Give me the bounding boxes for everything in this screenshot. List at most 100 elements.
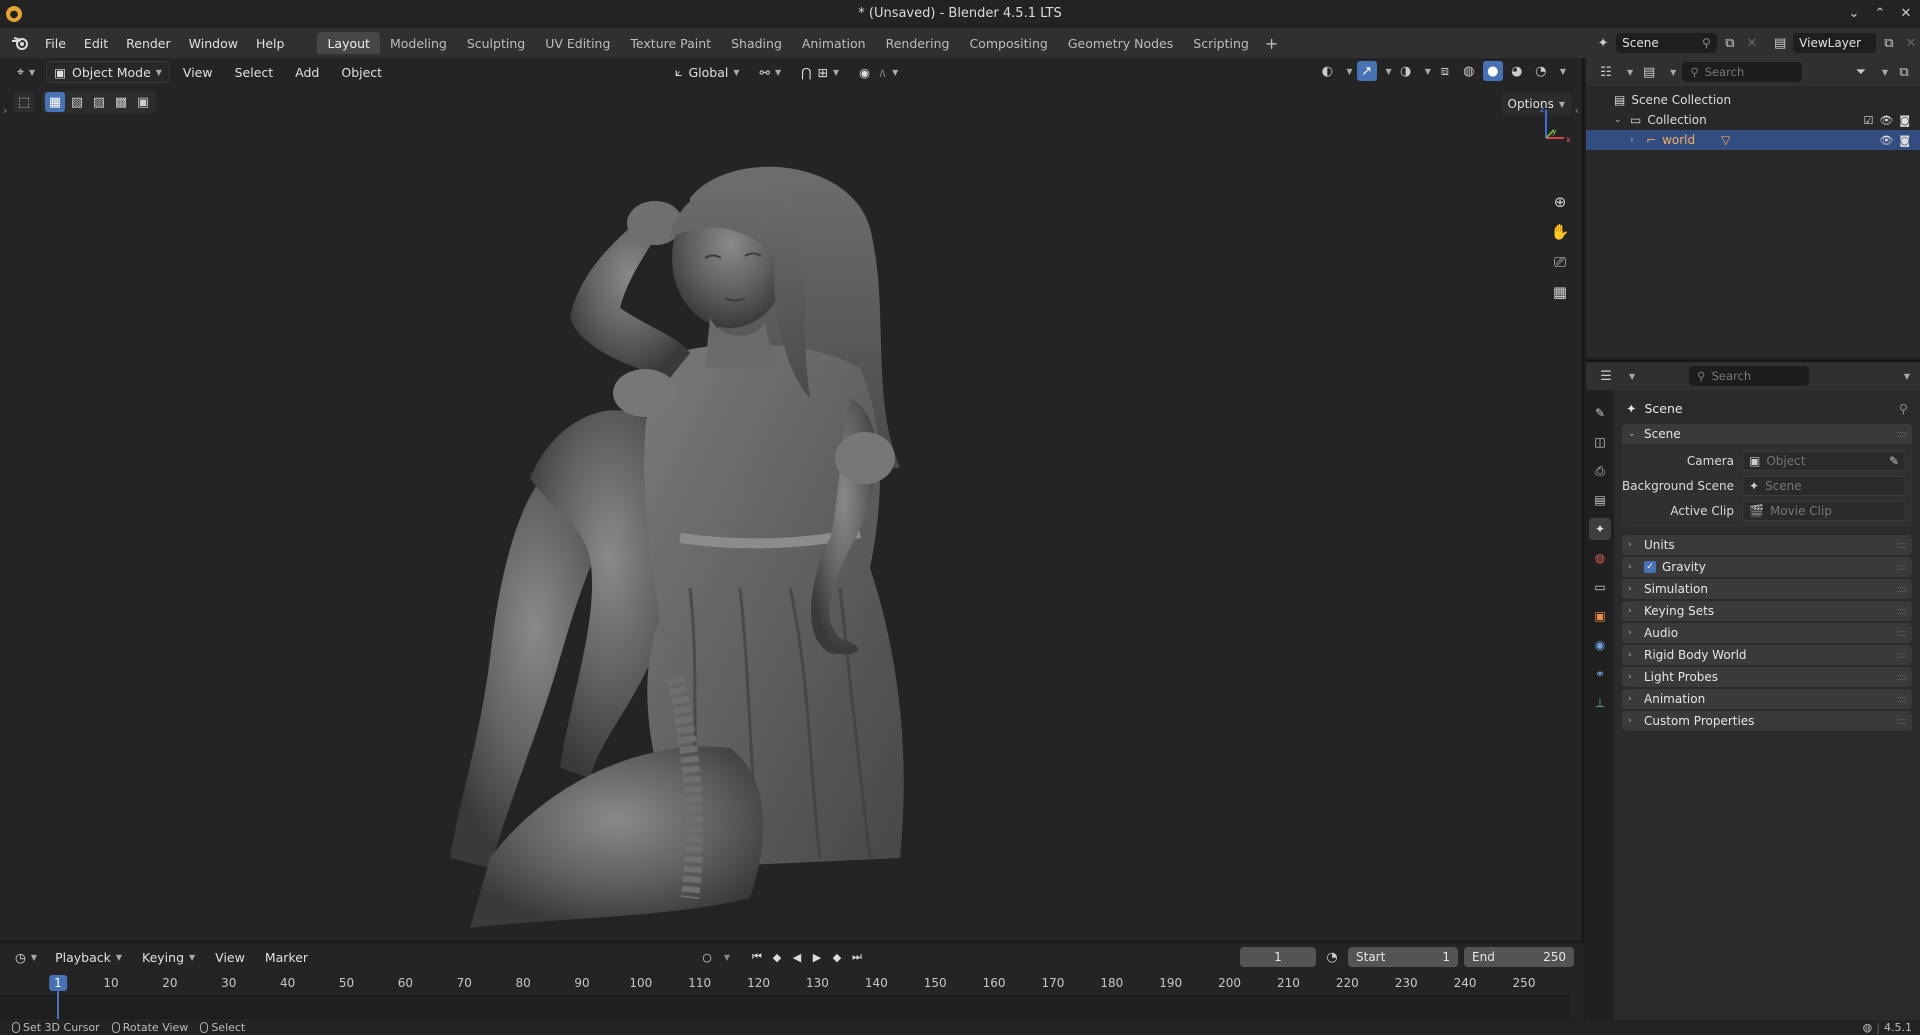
prev-keyframe-icon[interactable]: ◆: [768, 947, 786, 967]
exclude-checkbox-icon[interactable]: ☑: [1863, 114, 1873, 127]
tab-animation[interactable]: Animation: [792, 32, 876, 54]
outliner-row-world[interactable]: › ⌐ world ▽ 👁 ◙: [1586, 130, 1920, 150]
3d-viewport[interactable]: ⌖ ▼ ▣ Object Mode ▼ View Select Add Object…: [0, 58, 1584, 940]
tab-uv-editing[interactable]: UV Editing: [535, 32, 620, 54]
tab-texture-paint[interactable]: Texture Paint: [620, 32, 721, 54]
drag-grip-icon[interactable]: ::::: [1897, 716, 1908, 727]
viewport-menu-object[interactable]: Object: [332, 61, 391, 83]
drag-grip-icon[interactable]: ::::: [1897, 429, 1908, 440]
pan-hand-icon[interactable]: ✋: [1548, 221, 1572, 243]
pin-icon[interactable]: ⚲: [1899, 401, 1908, 416]
camera-view-icon[interactable]: ⎚: [1548, 251, 1572, 273]
new-view-layer-icon[interactable]: ⧉: [1880, 33, 1898, 53]
sculpt-model[interactable]: [430, 138, 1130, 940]
outliner-search-input[interactable]: ⚲ Search: [1682, 62, 1803, 82]
zoom-icon[interactable]: ⊕: [1548, 191, 1572, 213]
collapse-chevron-icon[interactable]: ⌄: [1614, 115, 1624, 125]
timeline-editor-type-button[interactable]: ◷ ▼: [8, 946, 44, 968]
collection-tab-icon[interactable]: ▭: [1589, 576, 1611, 598]
menu-help[interactable]: Help: [247, 32, 294, 54]
drag-grip-icon[interactable]: ::::: [1897, 584, 1908, 595]
background-scene-field[interactable]: ✦ Scene: [1742, 475, 1906, 496]
active-clip-field[interactable]: 🎬 Movie Clip: [1742, 500, 1906, 521]
tab-compositing[interactable]: Compositing: [959, 32, 1057, 54]
blender-menu-icon[interactable]: [10, 33, 30, 53]
select-subtract-icon[interactable]: ▨: [89, 92, 109, 112]
viewport-menu-view[interactable]: View: [174, 61, 222, 83]
new-collection-icon[interactable]: ⧉: [1894, 62, 1914, 82]
timeline-track[interactable]: [0, 995, 1570, 1019]
auto-keying-icon[interactable]: ○: [698, 947, 716, 967]
tab-scripting[interactable]: Scripting: [1183, 32, 1259, 54]
add-workspace-icon[interactable]: +: [1259, 34, 1284, 53]
drag-grip-icon[interactable]: ::::: [1897, 540, 1908, 551]
outliner-editor-icon[interactable]: ☷: [1596, 62, 1616, 82]
world-tab-icon[interactable]: ◍: [1589, 547, 1611, 569]
mode-dropdown[interactable]: ▣ Object Mode ▼: [46, 61, 170, 83]
object-tab-icon[interactable]: ▣: [1589, 605, 1611, 627]
show-overlays-icon[interactable]: ◑: [1396, 61, 1416, 81]
select-new-icon[interactable]: ▦: [45, 92, 65, 112]
tool-tab-icon[interactable]: ✎: [1589, 402, 1611, 424]
drag-grip-icon[interactable]: ::::: [1897, 694, 1908, 705]
scene-panel-header[interactable]: ⌄ Scene ::::: [1622, 424, 1912, 444]
rendered-shading-icon[interactable]: ◔: [1531, 61, 1551, 81]
view-layer-field[interactable]: ViewLayer: [1793, 33, 1876, 53]
select-intersect-icon[interactable]: ▣: [133, 92, 153, 112]
drag-grip-icon[interactable]: ::::: [1897, 606, 1908, 617]
properties-editor-icon[interactable]: ☰: [1596, 366, 1616, 386]
perspective-grid-icon[interactable]: ▦: [1548, 281, 1572, 303]
tab-modeling[interactable]: Modeling: [380, 32, 457, 54]
rigid-body-world-panel[interactable]: › Rigid Body World::::: [1622, 645, 1912, 665]
playhead[interactable]: [57, 991, 59, 1019]
keying-sets-panel[interactable]: › Keying Sets::::: [1622, 601, 1912, 621]
view-layer-icon[interactable]: ▤: [1771, 33, 1789, 53]
frame-ruler[interactable]: 1 10 20 30 40 50 60 70 80 90 100 110 120 130 140 150 160…: [0, 971, 1570, 995]
jump-start-icon[interactable]: ⏮: [748, 947, 766, 967]
select-tool-icon[interactable]: ⬚: [14, 92, 34, 112]
show-gizmo-icon[interactable]: ↗: [1356, 61, 1377, 81]
simulation-panel[interactable]: › Simulation::::: [1622, 579, 1912, 599]
tab-shading[interactable]: Shading: [721, 32, 792, 54]
delete-scene-icon[interactable]: ✕: [1743, 33, 1761, 53]
constraints-tab-icon[interactable]: ⚭: [1589, 663, 1611, 685]
solid-shading-icon[interactable]: ●: [1482, 61, 1503, 81]
display-mode-icon[interactable]: ▤: [1639, 62, 1659, 82]
drag-grip-icon[interactable]: ::::: [1897, 562, 1908, 573]
next-keyframe-icon[interactable]: ◆: [828, 947, 846, 967]
toolbar-expand-icon[interactable]: ›: [3, 104, 7, 117]
visibility-eye-icon[interactable]: 👁: [1879, 114, 1893, 127]
camera-field[interactable]: ▣ Object ✎: [1742, 450, 1906, 471]
keying-menu[interactable]: Keying ▼: [133, 946, 204, 968]
data-tab-icon[interactable]: ⊥: [1589, 692, 1611, 714]
eyedropper-icon[interactable]: ✎: [1889, 454, 1899, 468]
view-layer-tab-icon[interactable]: ▤: [1589, 489, 1611, 511]
tab-sculpting[interactable]: Sculpting: [457, 32, 535, 54]
drag-grip-icon[interactable]: ::::: [1897, 628, 1908, 639]
pin-icon[interactable]: ⚲: [1702, 36, 1711, 50]
physics-tab-icon[interactable]: ◉: [1589, 634, 1611, 656]
select-invert-icon[interactable]: ▩: [111, 92, 131, 112]
jump-end-icon[interactable]: ⏭: [848, 947, 866, 967]
drag-grip-icon[interactable]: ::::: [1897, 650, 1908, 661]
output-tab-icon[interactable]: ⎙: [1589, 460, 1611, 482]
new-scene-icon[interactable]: ⧉: [1721, 33, 1739, 53]
properties-search-input[interactable]: ⚲ Search: [1689, 366, 1810, 386]
units-panel[interactable]: › Units::::: [1622, 535, 1912, 555]
play-reverse-icon[interactable]: ◀: [788, 947, 806, 967]
play-icon[interactable]: ▶: [808, 947, 826, 967]
minimize-icon[interactable]: ⌄: [1846, 4, 1862, 22]
render-tab-icon[interactable]: ◫: [1589, 431, 1611, 453]
drag-grip-icon[interactable]: ::::: [1897, 672, 1908, 683]
close-icon[interactable]: ✕: [1898, 4, 1914, 22]
current-frame-field[interactable]: 1: [1240, 947, 1316, 967]
custom-properties-panel[interactable]: › Custom Properties::::: [1622, 711, 1912, 731]
menu-file[interactable]: File: [36, 32, 75, 54]
visibility-selectability-icon[interactable]: ◐: [1317, 61, 1337, 81]
delete-view-layer-icon[interactable]: ✕: [1902, 33, 1920, 53]
expand-chevron-icon[interactable]: ›: [1630, 135, 1640, 145]
playback-menu[interactable]: Playback ▼: [46, 946, 131, 968]
tab-layout[interactable]: Layout: [317, 32, 380, 54]
timeline-view-menu[interactable]: View: [206, 946, 254, 968]
keying-caret-icon[interactable]: ▼: [718, 947, 736, 967]
